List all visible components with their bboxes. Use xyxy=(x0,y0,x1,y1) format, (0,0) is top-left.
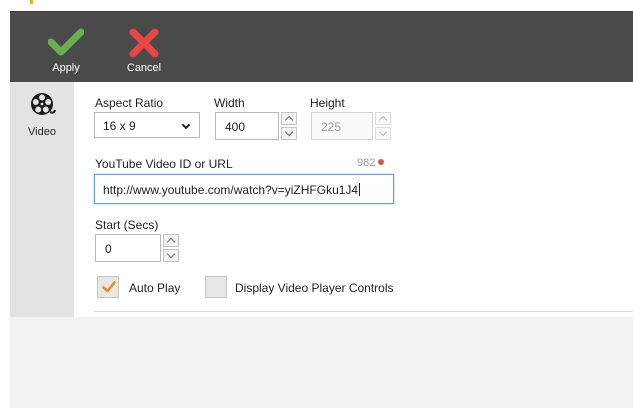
apply-label: Apply xyxy=(52,62,80,74)
start-increment-button[interactable] xyxy=(163,234,179,247)
sidebar-item-label: Video xyxy=(28,126,56,138)
width-increment-button[interactable] xyxy=(281,112,297,125)
height-input: 225 xyxy=(311,112,373,140)
start-decrement-button[interactable] xyxy=(163,249,179,262)
sidebar: Video xyxy=(10,82,74,317)
aspect-ratio-value: 16 x 9 xyxy=(103,119,136,133)
checkmark-icon xyxy=(102,281,116,293)
divider xyxy=(94,311,633,312)
youtube-url-value: http://www.youtube.com/watch?v=yiZHFGku1… xyxy=(103,183,359,197)
sidebar-item-video[interactable]: Video xyxy=(10,90,74,140)
apply-button[interactable]: Apply xyxy=(36,12,96,83)
settings-panel: Aspect Ratio Width Height 16 x 9 400 225… xyxy=(74,82,633,317)
width-input[interactable]: 400 xyxy=(215,112,279,140)
youtube-url-label: YouTube Video ID or URL xyxy=(95,157,233,171)
start-secs-stepper[interactable] xyxy=(163,234,179,262)
cancel-label: Cancel xyxy=(126,62,162,74)
width-decrement-button[interactable] xyxy=(281,127,297,140)
height-value: 225 xyxy=(321,120,342,134)
display-controls-label: Display Video Player Controls xyxy=(235,281,394,295)
close-x-icon xyxy=(129,28,159,58)
height-label: Height xyxy=(310,96,345,110)
width-stepper[interactable] xyxy=(281,112,297,140)
height-stepper xyxy=(375,112,391,140)
display-controls-checkbox[interactable] xyxy=(205,276,227,298)
footer-area xyxy=(10,317,633,408)
counter-value: 982 xyxy=(357,157,376,169)
status-dot-icon xyxy=(378,159,385,165)
height-decrement-button xyxy=(375,127,391,140)
aspect-ratio-label: Aspect Ratio xyxy=(95,96,164,110)
toolbar: Apply Cancel xyxy=(10,11,633,82)
width-value: 400 xyxy=(225,120,246,134)
start-secs-label: Start (Secs) xyxy=(95,218,159,232)
youtube-url-input[interactable]: http://www.youtube.com/watch?v=yiZHFGku1… xyxy=(94,174,394,204)
check-icon xyxy=(48,28,84,56)
accent-marker xyxy=(30,0,33,4)
width-label: Width xyxy=(214,96,245,110)
auto-play-label: Auto Play xyxy=(129,281,181,295)
chevron-down-icon xyxy=(181,120,191,130)
auto-play-checkbox[interactable] xyxy=(97,276,119,298)
top-strip xyxy=(10,0,633,11)
film-reel-icon xyxy=(31,93,56,115)
start-secs-value: 0 xyxy=(105,242,112,256)
height-increment-button xyxy=(375,112,391,125)
cancel-button[interactable]: Cancel xyxy=(114,12,174,83)
character-counter: 982 xyxy=(357,157,385,169)
aspect-ratio-select[interactable]: 16 x 9 xyxy=(94,112,200,138)
start-secs-input[interactable]: 0 xyxy=(95,234,161,262)
text-cursor xyxy=(359,183,361,196)
